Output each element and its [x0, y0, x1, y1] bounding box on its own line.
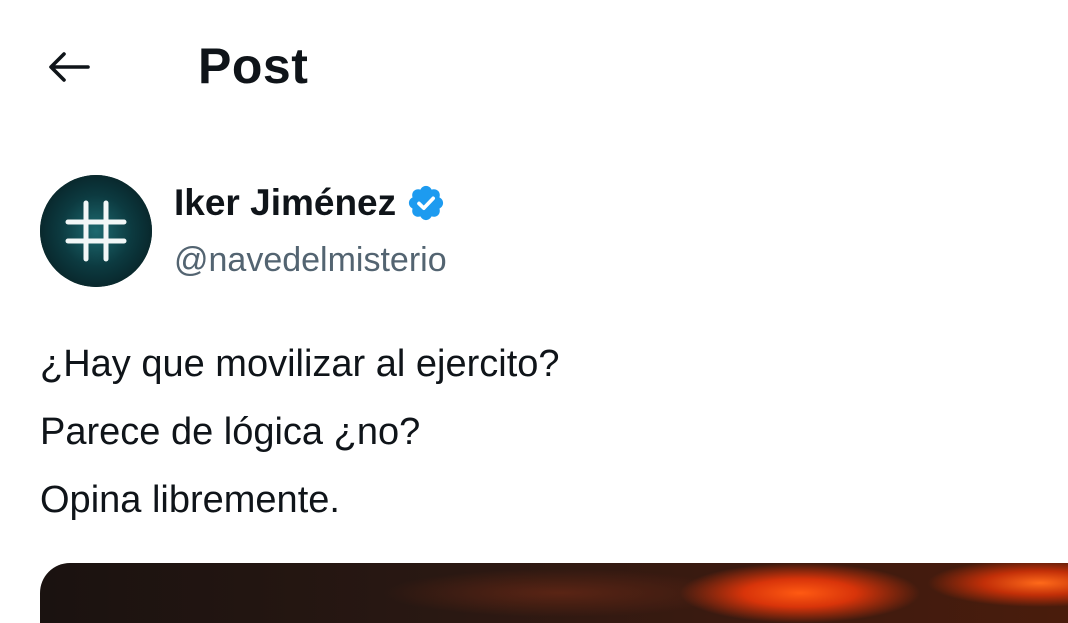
- author-handle[interactable]: @navedelmisterio: [174, 238, 447, 282]
- hash-grid-icon: [65, 200, 127, 262]
- verified-badge-icon: [409, 185, 444, 221]
- avatar[interactable]: [40, 175, 152, 287]
- back-button[interactable]: [40, 42, 96, 92]
- post-media-image[interactable]: [40, 563, 1068, 623]
- post-header: Post: [0, 0, 1068, 130]
- arrow-left-icon: [49, 52, 90, 82]
- page-title: Post: [198, 38, 309, 94]
- author-name-row: Iker Jiménez: [174, 180, 446, 226]
- post-text-line: Opina libremente.: [40, 479, 340, 521]
- author-name[interactable]: Iker Jiménez: [174, 180, 396, 226]
- post-text-line: ¿Hay que movilizar al ejercito?: [40, 343, 560, 385]
- post-text-line: Parece de lógica ¿no?: [40, 411, 421, 453]
- post-author: Iker Jiménez @navedelmisterio: [40, 170, 940, 290]
- post-text: ¿Hay que movilizar al ejercito? Parece d…: [40, 330, 1020, 534]
